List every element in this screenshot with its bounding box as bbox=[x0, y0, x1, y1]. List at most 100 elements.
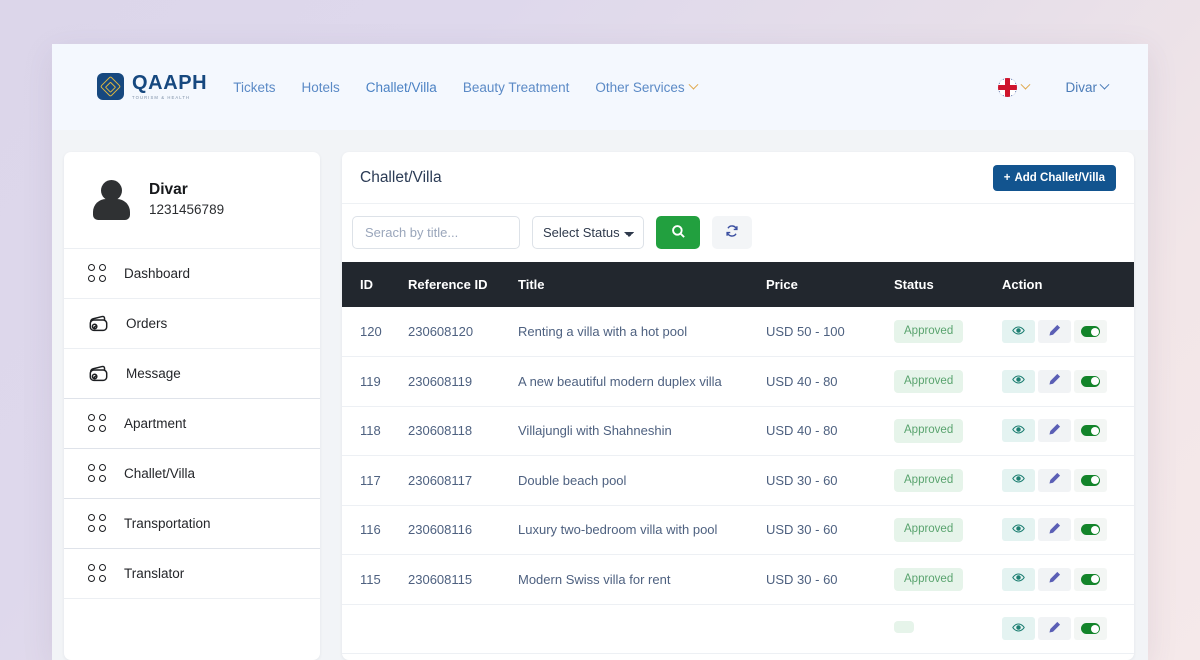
user-avatar-icon bbox=[90, 178, 134, 222]
chevron-down-icon bbox=[1021, 79, 1031, 89]
edit-button[interactable] bbox=[1038, 518, 1071, 541]
view-button[interactable] bbox=[1002, 370, 1035, 393]
sidebar-item-message[interactable]: Message bbox=[64, 349, 320, 399]
table-row[interactable]: 117 230608117 Double beach pool USD 30 -… bbox=[342, 456, 1134, 506]
view-button[interactable] bbox=[1002, 469, 1035, 492]
sidebar-item-dashboard[interactable]: Dashboard bbox=[64, 249, 320, 299]
column-header-price: Price bbox=[758, 262, 886, 307]
view-button[interactable] bbox=[1002, 568, 1035, 591]
cell-id: 117 bbox=[342, 456, 400, 506]
nav-item-tickets[interactable]: Tickets bbox=[233, 80, 275, 95]
status-toggle[interactable] bbox=[1074, 518, 1107, 541]
toggle-switch-icon bbox=[1081, 326, 1100, 337]
toggle-switch-icon bbox=[1081, 425, 1100, 436]
sidebar-item-transportation[interactable]: Transportation bbox=[64, 499, 320, 549]
brand-name: QAAPH bbox=[132, 73, 207, 93]
table-header-row: ID Reference ID Title Price Status Actio… bbox=[342, 262, 1134, 307]
view-button[interactable] bbox=[1002, 518, 1035, 541]
wallet-icon bbox=[88, 364, 109, 383]
table-body: 120 230608120 Renting a villa with a hot… bbox=[342, 307, 1134, 654]
profile-name: Divar bbox=[149, 180, 224, 201]
table-row[interactable] bbox=[342, 604, 1134, 654]
cell-title: Modern Swiss villa for rent bbox=[510, 555, 758, 605]
view-button[interactable] bbox=[1002, 419, 1035, 442]
status-badge: Approved bbox=[894, 469, 963, 493]
cell-status: Approved bbox=[886, 505, 994, 555]
cell-id: 120 bbox=[342, 307, 400, 357]
nav-item-beauty-treatment[interactable]: Beauty Treatment bbox=[463, 80, 570, 95]
cell-title: Villajungli with Shahneshin bbox=[510, 406, 758, 456]
grid-icon bbox=[88, 414, 107, 433]
toggle-switch-icon bbox=[1081, 623, 1100, 634]
eye-icon bbox=[1012, 373, 1025, 389]
edit-button[interactable] bbox=[1038, 320, 1071, 343]
status-toggle[interactable] bbox=[1074, 370, 1107, 393]
status-toggle[interactable] bbox=[1074, 469, 1107, 492]
pencil-icon bbox=[1048, 324, 1061, 340]
table-row[interactable]: 118 230608118 Villajungli with Shahneshi… bbox=[342, 406, 1134, 456]
column-header-title: Title bbox=[510, 262, 758, 307]
view-button[interactable] bbox=[1002, 617, 1035, 640]
refresh-icon bbox=[725, 224, 739, 241]
page-title: Challet/Villa bbox=[360, 169, 442, 187]
cell-action bbox=[994, 456, 1134, 506]
nav-item-other-services[interactable]: Other Services bbox=[595, 80, 696, 95]
cell-reference-id: 230608117 bbox=[400, 456, 510, 506]
status-badge: Approved bbox=[894, 518, 963, 542]
view-button[interactable] bbox=[1002, 320, 1035, 343]
pencil-icon bbox=[1048, 621, 1061, 637]
language-selector[interactable] bbox=[998, 78, 1029, 97]
toggle-switch-icon bbox=[1081, 376, 1100, 387]
status-toggle[interactable] bbox=[1074, 617, 1107, 640]
search-input[interactable] bbox=[352, 216, 520, 249]
cell-reference-id: 230608118 bbox=[400, 406, 510, 456]
edit-button[interactable] bbox=[1038, 568, 1071, 591]
status-toggle[interactable] bbox=[1074, 320, 1107, 343]
table-row[interactable]: 116 230608116 Luxury two-bedroom villa w… bbox=[342, 505, 1134, 555]
refresh-button[interactable] bbox=[712, 216, 752, 249]
cell-id: 118 bbox=[342, 406, 400, 456]
edit-button[interactable] bbox=[1038, 419, 1071, 442]
status-toggle[interactable] bbox=[1074, 568, 1107, 591]
sidebar-profile[interactable]: Divar 1231456789 bbox=[64, 152, 320, 249]
sidebar-item-challet-villa[interactable]: Challet/Villa bbox=[64, 449, 320, 499]
cell-id bbox=[342, 604, 400, 654]
add-challet-villa-button[interactable]: + Add Challet/Villa bbox=[993, 165, 1116, 191]
nav-item-hotels[interactable]: Hotels bbox=[302, 80, 340, 95]
cell-id: 115 bbox=[342, 555, 400, 605]
edit-button[interactable] bbox=[1038, 617, 1071, 640]
table-row[interactable]: 120 230608120 Renting a villa with a hot… bbox=[342, 307, 1134, 357]
status-badge: Approved bbox=[894, 370, 963, 394]
cell-action bbox=[994, 307, 1134, 357]
brand-tagline: TOURISM & HEALTH bbox=[132, 96, 207, 100]
nav-right-group: Divar bbox=[998, 78, 1108, 97]
sidebar-item-translator[interactable]: Translator bbox=[64, 549, 320, 599]
status-select[interactable]: Select Status bbox=[532, 216, 644, 249]
brand-logo[interactable]: QAAPH TOURISM & HEALTH bbox=[97, 73, 207, 100]
status-badge: Approved bbox=[894, 320, 963, 344]
cell-status: Approved bbox=[886, 555, 994, 605]
sidebar-item-label: Message bbox=[126, 366, 181, 381]
status-badge: Approved bbox=[894, 419, 963, 443]
table-row[interactable]: 115 230608115 Modern Swiss villa for ren… bbox=[342, 555, 1134, 605]
sidebar-item-label: Transportation bbox=[124, 516, 211, 531]
challet-villa-table-wrapper: ID Reference ID Title Price Status Actio… bbox=[342, 262, 1134, 660]
user-menu[interactable]: Divar bbox=[1065, 80, 1108, 95]
search-button[interactable] bbox=[656, 216, 700, 249]
status-toggle[interactable] bbox=[1074, 419, 1107, 442]
cell-action bbox=[994, 357, 1134, 407]
table-header: ID Reference ID Title Price Status Actio… bbox=[342, 262, 1134, 307]
cell-price: USD 30 - 60 bbox=[758, 555, 886, 605]
chevron-down-icon bbox=[1100, 79, 1110, 89]
plus-icon: + bbox=[1004, 172, 1011, 184]
cell-price: USD 40 - 80 bbox=[758, 357, 886, 407]
edit-button[interactable] bbox=[1038, 370, 1071, 393]
sidebar-item-orders[interactable]: Orders bbox=[64, 299, 320, 349]
nav-item-challet-villa[interactable]: Challet/Villa bbox=[366, 80, 437, 95]
edit-button[interactable] bbox=[1038, 469, 1071, 492]
search-icon bbox=[671, 224, 686, 242]
table-row[interactable]: 119 230608119 A new beautiful modern dup… bbox=[342, 357, 1134, 407]
column-header-action: Action bbox=[994, 262, 1134, 307]
sidebar-item-apartment[interactable]: Apartment bbox=[64, 399, 320, 449]
eye-icon bbox=[1012, 571, 1025, 587]
